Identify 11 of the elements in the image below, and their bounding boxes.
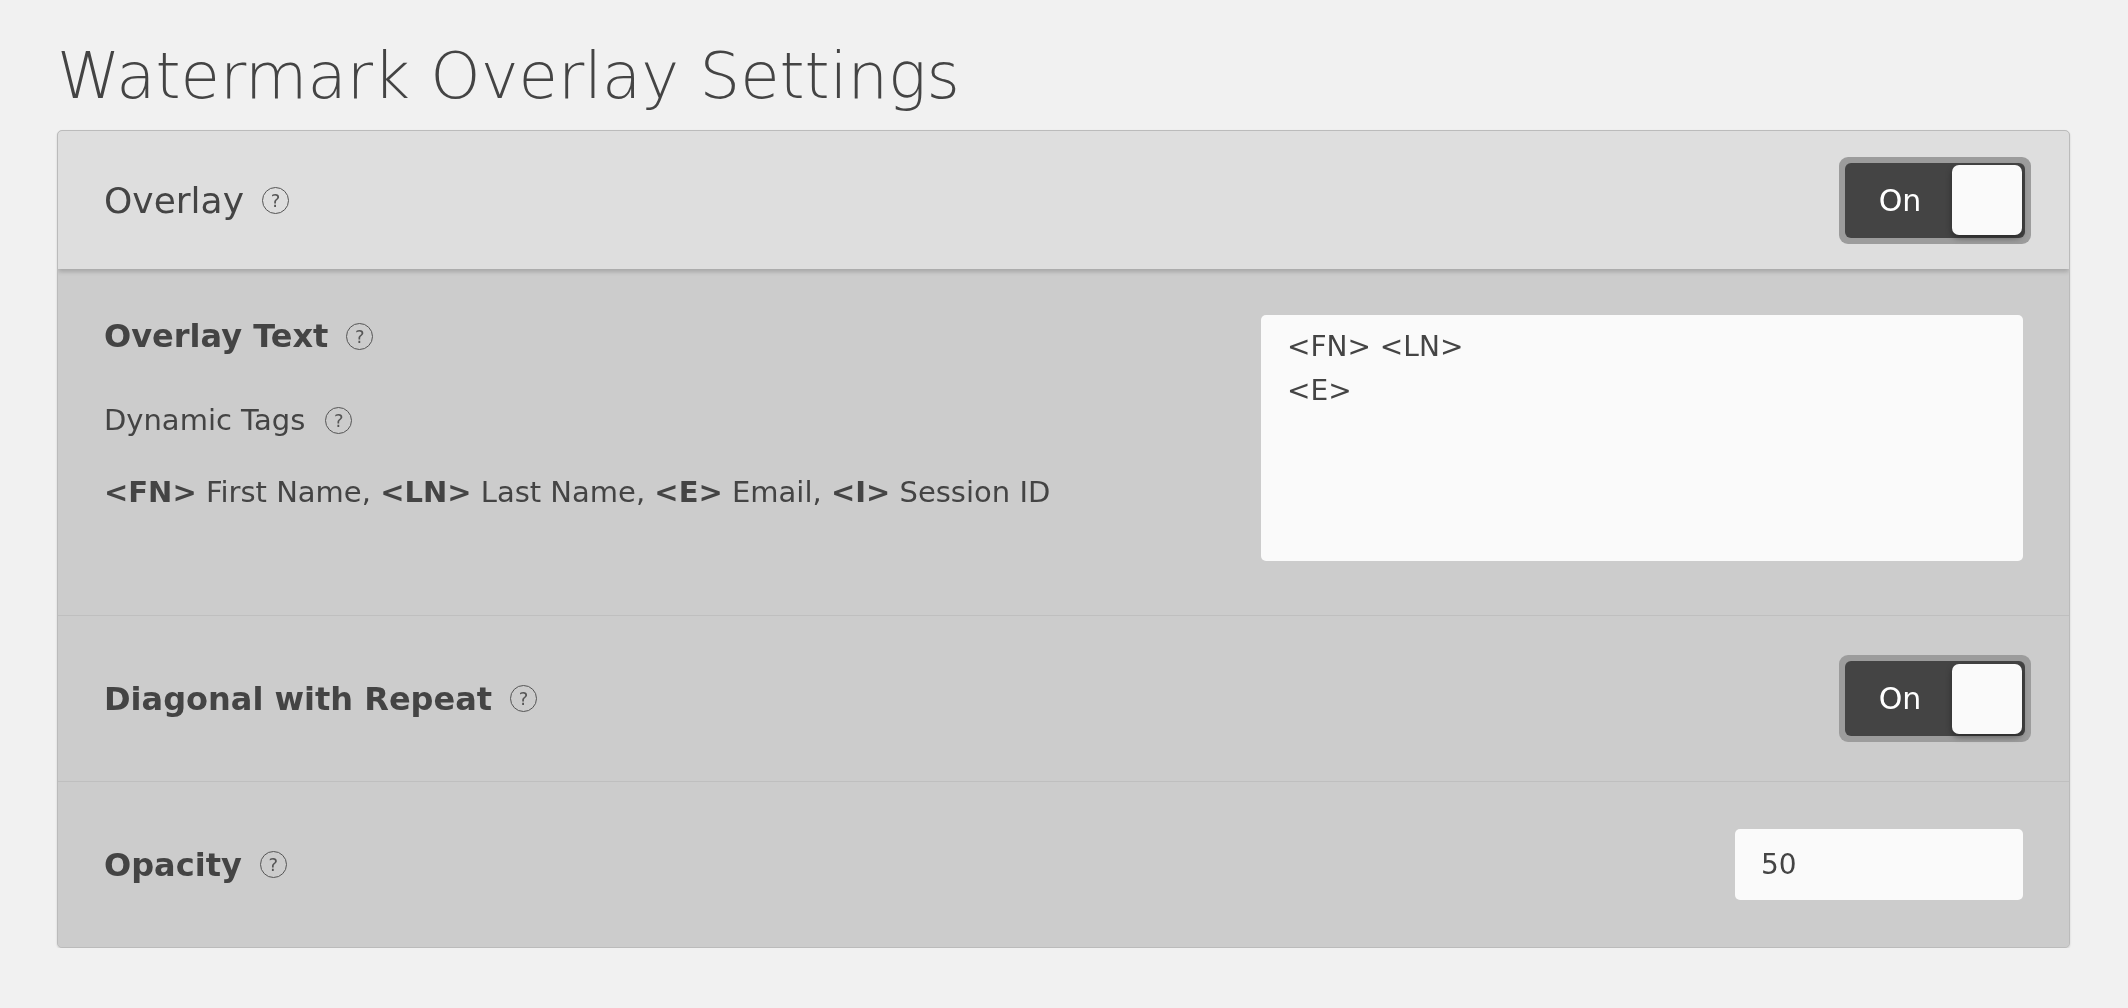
setting-label: Opacity	[104, 845, 242, 884]
toggle-switch[interactable]: On	[1839, 156, 2031, 244]
setting-label: Diagonal with Repeat	[104, 679, 493, 718]
opacity-field[interactable]: 50	[1735, 829, 2023, 900]
tags-legend: <FN> First Name, <LN> Last Name, <E> Email, <I> Session ID	[104, 475, 1051, 509]
page-title: Watermark Overlay Settings	[57, 38, 961, 115]
toggle-switch[interactable]: On	[1839, 655, 2031, 742]
overlay-text-field[interactable]: <FN> <LN> <E>	[1261, 315, 2023, 561]
section-title: Overlay	[104, 179, 244, 221]
setting-label: Overlay Text	[104, 317, 329, 355]
sublabel: Dynamic Tags	[104, 403, 306, 437]
